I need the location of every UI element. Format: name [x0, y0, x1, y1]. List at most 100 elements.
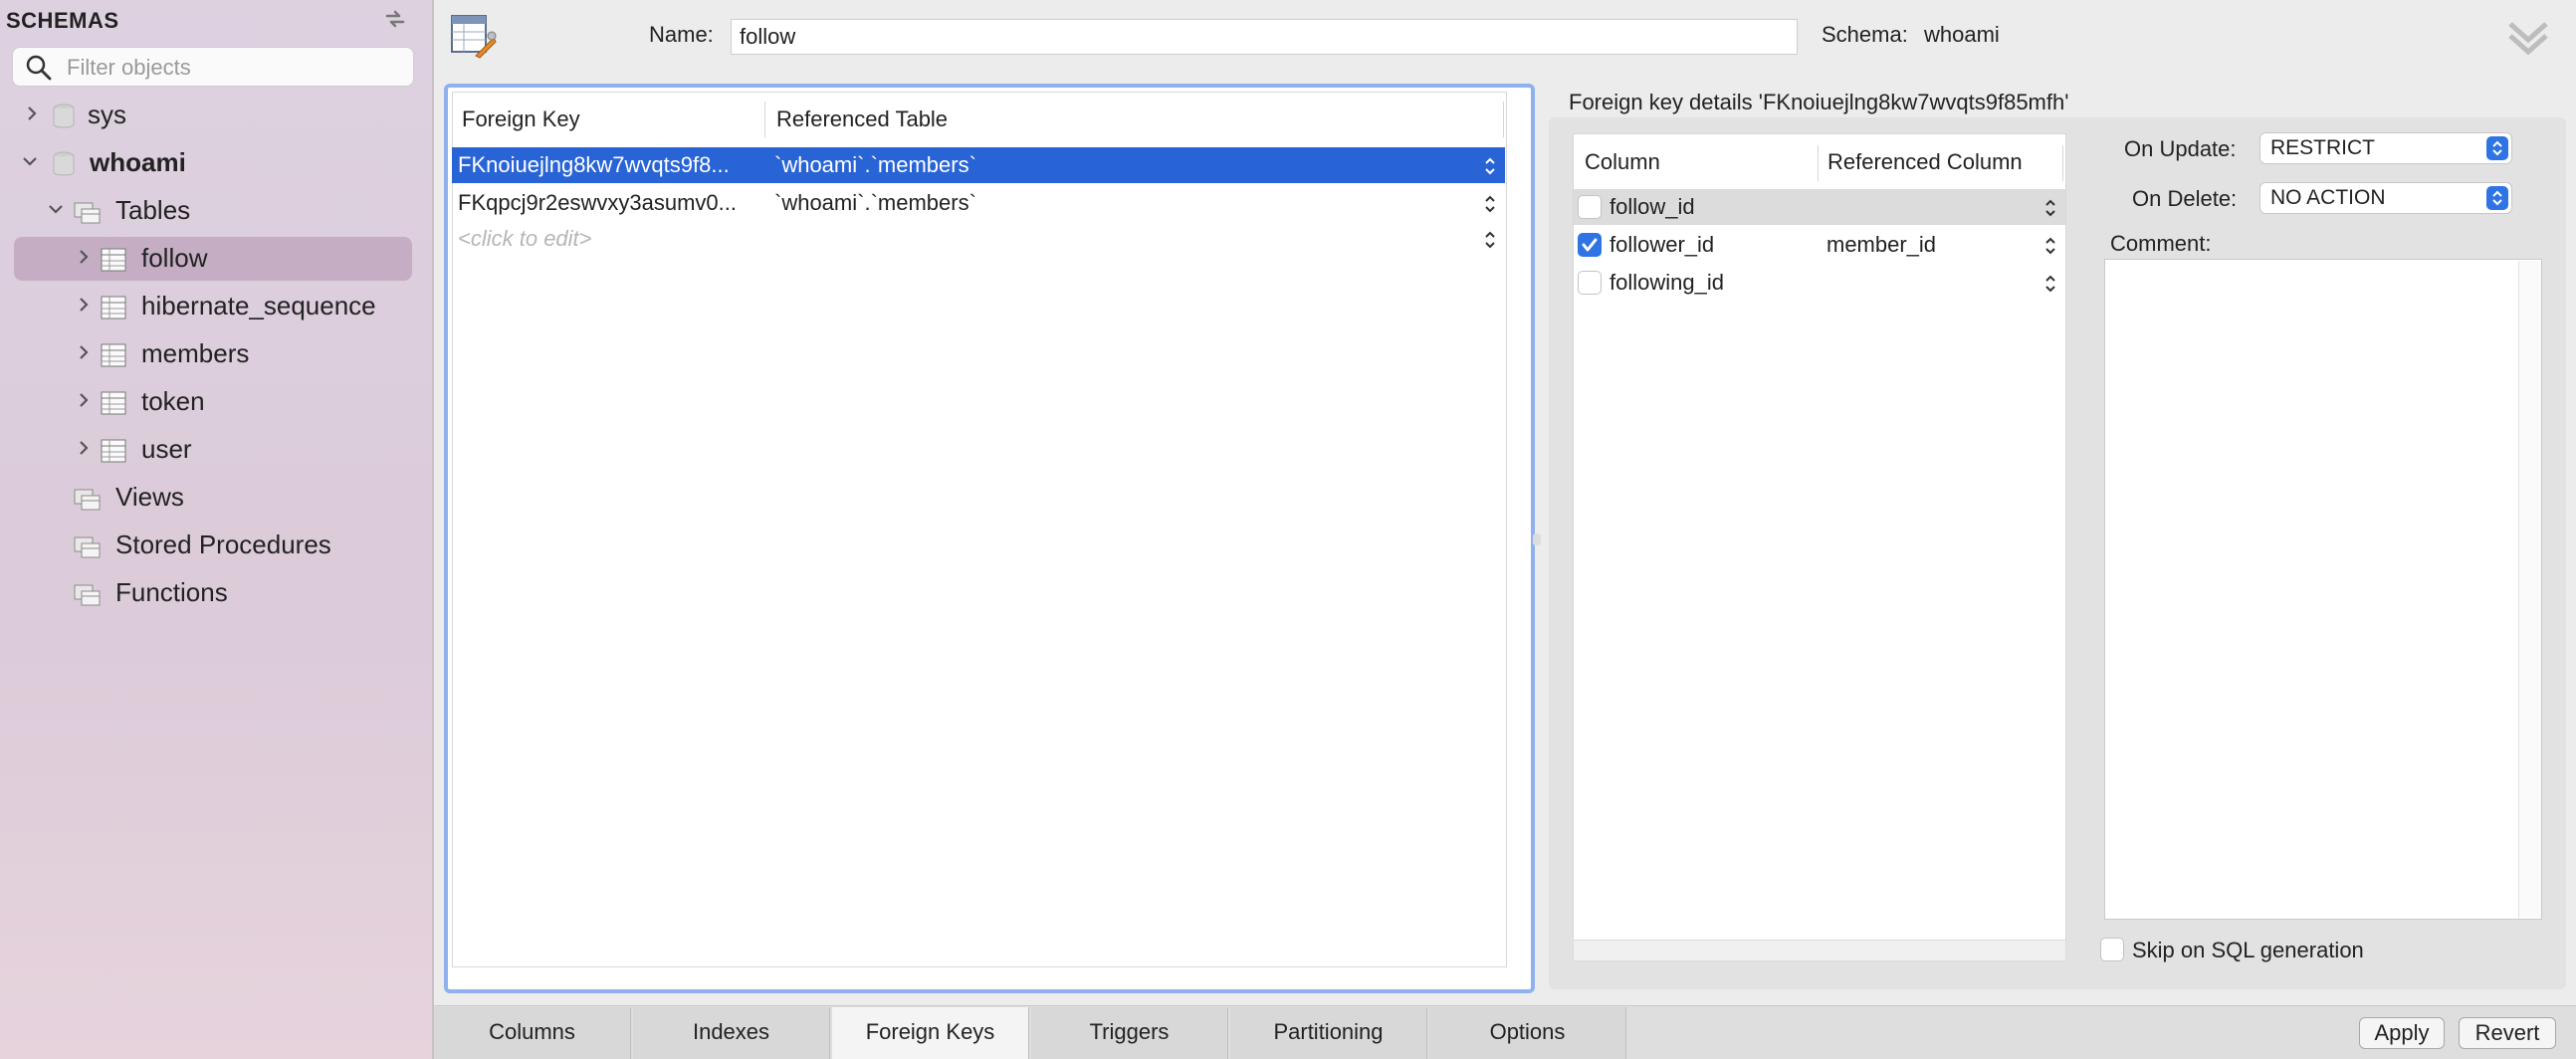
column-header-foreign-key[interactable]: Foreign Key — [462, 106, 580, 132]
tree-item-token[interactable]: token — [0, 380, 432, 424]
column-separator — [2062, 145, 2063, 181]
tree-item-follow[interactable]: follow — [0, 237, 432, 281]
refresh-icon[interactable] — [382, 6, 408, 39]
tab-indexes[interactable]: Indexes — [633, 1007, 830, 1059]
table-row[interactable]: FKqpcj9r2eswvxy3asumv0... `whoami`.`memb… — [452, 185, 1505, 221]
column-checkbox[interactable] — [1578, 271, 1602, 295]
table-icon — [101, 391, 126, 415]
comment-label: Comment: — [2110, 231, 2212, 256]
tree-item-sys[interactable]: sys — [0, 94, 432, 137]
fk-column-row[interactable]: following_id — [1574, 265, 2065, 301]
column-header-referenced-table[interactable]: Referenced Table — [776, 106, 948, 132]
table-row-new[interactable]: <click to edit> — [452, 221, 1505, 257]
folder-procedure-icon — [74, 536, 101, 558]
folder-table-icon — [74, 202, 101, 224]
column-separator — [1503, 102, 1504, 137]
select-stepper-icon — [2486, 136, 2508, 160]
tree-item-label: sys — [88, 100, 126, 129]
column-checkbox-checked[interactable] — [1578, 233, 1602, 257]
chevron-right-icon[interactable] — [74, 295, 94, 315]
stepper-icon[interactable] — [2043, 235, 2057, 257]
on-update-select[interactable]: RESTRICT — [2259, 132, 2512, 164]
tree-item-members[interactable]: members — [0, 332, 432, 376]
tree-item-label: members — [141, 338, 250, 368]
comment-textarea[interactable] — [2104, 259, 2542, 920]
table-icon — [101, 248, 126, 272]
database-icon — [53, 151, 75, 176]
foreign-key-name[interactable]: FKqpcj9r2eswvxy3asumv0... — [458, 190, 737, 216]
vertical-scrollbar[interactable] — [2518, 261, 2541, 918]
schema-value: whoami — [1924, 22, 2000, 47]
on-update-label: On Update: — [2124, 136, 2237, 161]
chevron-right-icon[interactable] — [22, 104, 42, 123]
chevron-down-icon[interactable] — [46, 199, 66, 219]
splitter-handle[interactable] — [1533, 533, 1541, 545]
column-header-column[interactable]: Column — [1585, 149, 1660, 175]
referenced-column[interactable]: member_id — [1826, 232, 1936, 258]
fk-column-row[interactable]: follower_id member_id — [1574, 227, 2065, 263]
table-editor-icon — [451, 15, 497, 59]
fk-column-row[interactable]: follow_id — [1574, 189, 2065, 225]
chevron-right-icon[interactable] — [74, 247, 94, 267]
table-row[interactable]: FKnoiuejlng8kw7wvqts9f8... `whoami`.`mem… — [452, 147, 1505, 183]
skip-sql-label: Skip on SQL generation — [2132, 938, 2364, 962]
schema-label: Schema: — [1822, 22, 1908, 47]
tree-item-label: follow — [141, 243, 208, 273]
collapse-chevron-icon[interactable] — [2506, 18, 2550, 58]
tree-item-views[interactable]: Views — [0, 476, 432, 520]
tab-columns[interactable]: Columns — [434, 1007, 631, 1059]
stepper-icon[interactable] — [2043, 273, 2057, 295]
tree-item-functions[interactable]: Functions — [0, 571, 432, 615]
referenced-table[interactable]: `whoami`.`members` — [774, 190, 976, 216]
tree-item-label: hibernate_sequence — [141, 291, 376, 320]
stepper-icon[interactable] — [1483, 155, 1497, 177]
filter-input[interactable] — [65, 52, 407, 84]
foreign-key-name[interactable]: FKnoiuejlng8kw7wvqts9f8... — [458, 152, 730, 178]
stepper-icon[interactable] — [2043, 197, 2057, 219]
name-label: Name: — [649, 22, 714, 47]
on-delete-label: On Delete: — [2132, 186, 2238, 211]
tree-item-tables[interactable]: Tables — [0, 189, 432, 233]
table-name-input[interactable]: follow — [731, 19, 1798, 55]
referenced-table[interactable]: `whoami`.`members` — [774, 152, 976, 178]
chevron-right-icon[interactable] — [74, 438, 94, 458]
column-name: follower_id — [1610, 232, 1715, 257]
tree-item-whoami[interactable]: whoami — [0, 141, 432, 185]
search-icon — [26, 55, 52, 81]
tab-triggers[interactable]: Triggers — [1031, 1007, 1228, 1059]
tab-foreign-keys[interactable]: Foreign Keys — [832, 1007, 1029, 1059]
table-icon — [101, 296, 126, 319]
click-to-edit-placeholder[interactable]: <click to edit> — [458, 226, 592, 252]
stepper-icon[interactable] — [1483, 229, 1497, 251]
tree-item-label: Functions — [115, 577, 228, 607]
apply-button[interactable]: Apply — [2359, 1017, 2445, 1049]
table-icon — [101, 439, 126, 463]
on-delete-select[interactable]: NO ACTION — [2259, 182, 2512, 214]
horizontal-scrollbar[interactable] — [1573, 940, 2066, 961]
checkmark-icon — [1582, 238, 1598, 252]
tab-options[interactable]: Options — [1429, 1007, 1626, 1059]
chevron-down-icon[interactable] — [20, 151, 40, 171]
foreign-key-details-title: Foreign key details 'FKnoiuejlng8kw7wvqt… — [1569, 90, 2069, 114]
select-stepper-icon — [2486, 186, 2508, 210]
column-header-referenced-column[interactable]: Referenced Column — [1827, 149, 2023, 175]
folder-view-icon — [74, 489, 101, 511]
tree-item-stored-procedures[interactable]: Stored Procedures — [0, 524, 432, 567]
chevron-right-icon[interactable] — [74, 342, 94, 362]
skip-sql-checkbox[interactable] — [2100, 938, 2124, 961]
tree-item-hibernate-sequence[interactable]: hibernate_sequence — [0, 285, 432, 328]
tree-item-label: user — [141, 434, 192, 464]
tab-partitioning[interactable]: Partitioning — [1230, 1007, 1427, 1059]
database-icon — [53, 104, 75, 128]
tree-item-user[interactable]: user — [0, 428, 432, 472]
filter-objects-field[interactable] — [12, 47, 414, 87]
revert-button[interactable]: Revert — [2459, 1017, 2556, 1049]
stepper-icon[interactable] — [1483, 193, 1497, 215]
folder-function-icon — [74, 584, 101, 606]
tree-item-label: whoami — [90, 147, 186, 177]
chevron-right-icon[interactable] — [74, 390, 94, 410]
column-checkbox[interactable] — [1578, 195, 1602, 219]
column-name: follow_id — [1610, 194, 1695, 219]
table-icon — [101, 343, 126, 367]
tree-item-label: Tables — [115, 195, 191, 225]
